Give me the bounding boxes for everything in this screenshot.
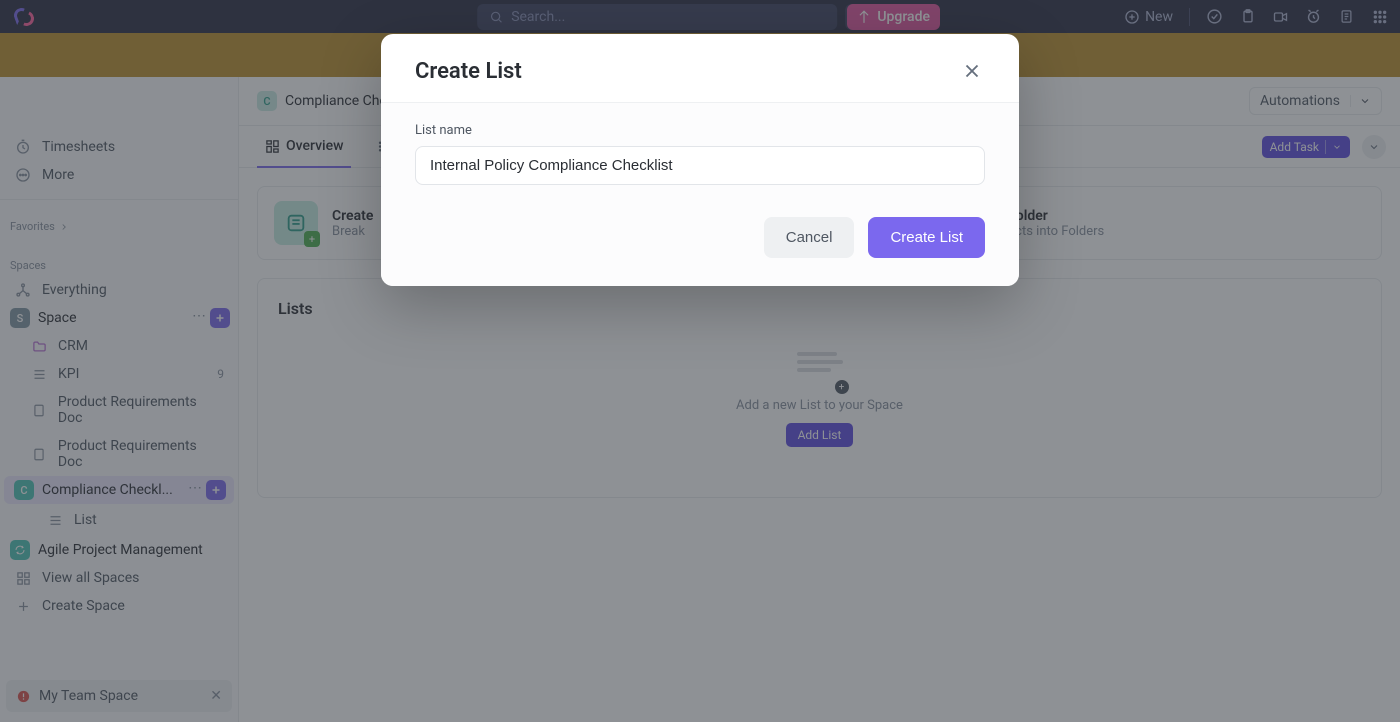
create-list-modal: Create List List name Cancel Create List	[381, 34, 1019, 286]
modal-close-button[interactable]	[959, 58, 985, 84]
close-icon	[961, 60, 983, 82]
modal-overlay[interactable]: Create List List name Cancel Create List	[0, 0, 1400, 722]
modal-title: Create List	[415, 59, 522, 84]
list-name-input[interactable]	[415, 146, 985, 185]
cancel-button[interactable]: Cancel	[764, 217, 855, 258]
submit-label: Create List	[890, 229, 963, 246]
cancel-label: Cancel	[786, 229, 833, 246]
list-name-label: List name	[415, 123, 985, 138]
create-list-submit-button[interactable]: Create List	[868, 217, 985, 258]
